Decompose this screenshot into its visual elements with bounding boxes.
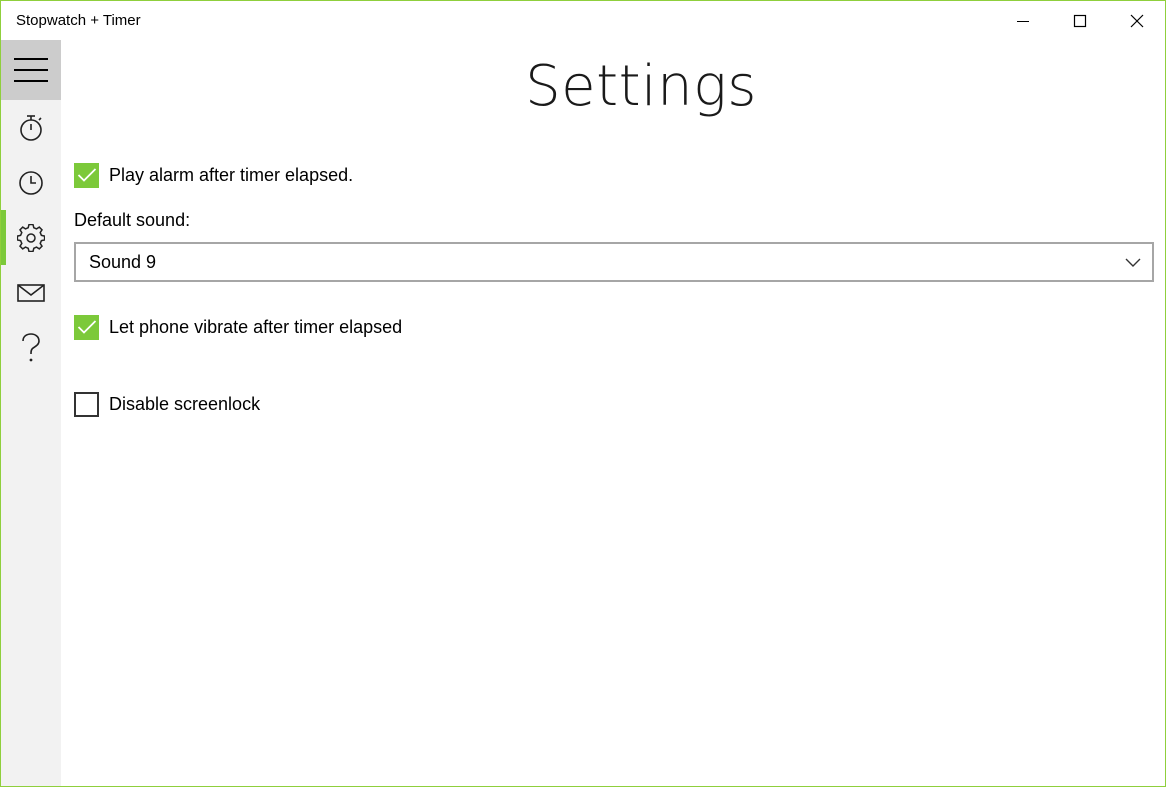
play-alarm-checkbox[interactable] (74, 162, 99, 188)
close-icon (1130, 14, 1143, 27)
vibrate-checkbox[interactable] (74, 314, 99, 340)
nav-sidebar (1, 40, 61, 786)
checkmark-icon (77, 320, 96, 334)
window-title: Stopwatch + Timer (16, 12, 141, 29)
default-sound-select[interactable]: Sound 9 (74, 242, 1154, 282)
question-mark-icon (22, 332, 40, 361)
disable-screenlock-row[interactable]: Disable screenlock (74, 391, 260, 417)
mail-icon (17, 283, 45, 302)
hamburger-menu-icon (14, 58, 48, 82)
page-title: Settings (525, 54, 757, 119)
disable-screenlock-checkbox[interactable] (74, 391, 99, 417)
clock-icon (19, 170, 43, 195)
minimize-icon (1016, 20, 1029, 22)
default-sound-label: Default sound: (74, 210, 191, 230)
maximize-icon (1073, 14, 1086, 27)
chevron-down-icon (1125, 258, 1141, 267)
play-alarm-row[interactable]: Play alarm after timer elapsed. (74, 162, 353, 188)
title-bar: Stopwatch + Timer (1, 1, 1165, 40)
sidebar-item-feedback[interactable] (1, 265, 61, 320)
play-alarm-label: Play alarm after timer elapsed. (109, 164, 354, 185)
app-window: Stopwatch + Timer Settings Play alarm af… (0, 0, 1166, 787)
sidebar-item-menu[interactable] (1, 40, 61, 100)
minimize-button[interactable] (994, 1, 1051, 40)
settings-page: Settings Play alarm after timer elapsed.… (61, 40, 1165, 786)
checkmark-icon (77, 168, 96, 182)
vibrate-label: Let phone vibrate after timer elapsed (109, 316, 403, 337)
sidebar-item-help[interactable] (1, 320, 61, 375)
maximize-button[interactable] (1051, 1, 1108, 40)
sidebar-item-timer[interactable] (1, 155, 61, 210)
stopwatch-icon (20, 114, 42, 141)
close-button[interactable] (1108, 1, 1165, 40)
vibrate-row[interactable]: Let phone vibrate after timer elapsed (74, 314, 402, 340)
sidebar-item-stopwatch[interactable] (1, 100, 61, 155)
gear-icon (17, 223, 45, 252)
sidebar-item-settings[interactable] (1, 210, 61, 265)
disable-screenlock-label: Disable screenlock (109, 393, 261, 414)
default-sound-value: Sound 9 (89, 251, 157, 272)
